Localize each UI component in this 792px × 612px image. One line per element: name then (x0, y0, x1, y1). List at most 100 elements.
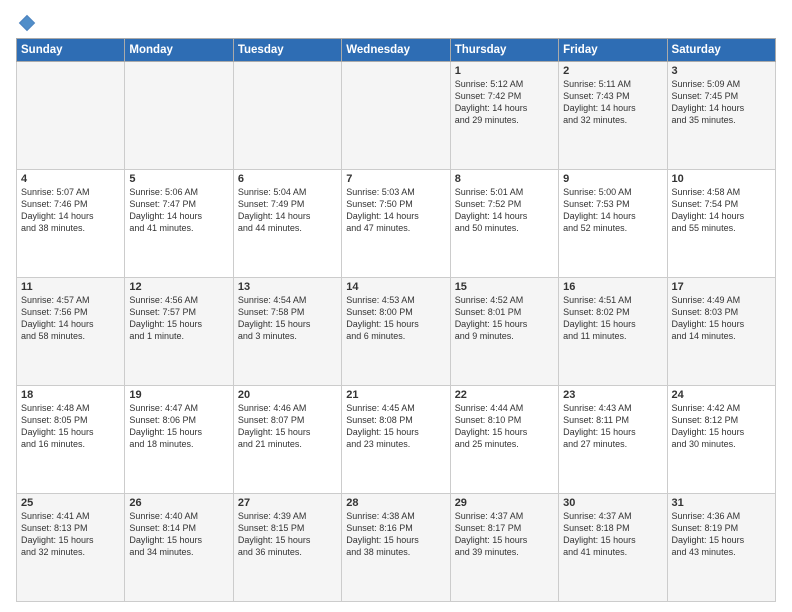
weekday-header-friday: Friday (559, 39, 667, 62)
day-info: Sunrise: 5:03 AM Sunset: 7:50 PM Dayligh… (346, 186, 445, 235)
day-number: 18 (21, 389, 120, 401)
calendar-cell: 18Sunrise: 4:48 AM Sunset: 8:05 PM Dayli… (17, 386, 125, 494)
header (16, 12, 776, 34)
calendar-cell: 12Sunrise: 4:56 AM Sunset: 7:57 PM Dayli… (125, 278, 233, 386)
day-number: 16 (563, 281, 662, 293)
day-info: Sunrise: 5:01 AM Sunset: 7:52 PM Dayligh… (455, 186, 554, 235)
day-number: 22 (455, 389, 554, 401)
calendar-cell: 16Sunrise: 4:51 AM Sunset: 8:02 PM Dayli… (559, 278, 667, 386)
calendar-cell: 5Sunrise: 5:06 AM Sunset: 7:47 PM Daylig… (125, 170, 233, 278)
day-number: 23 (563, 389, 662, 401)
week-row-5: 25Sunrise: 4:41 AM Sunset: 8:13 PM Dayli… (17, 494, 776, 602)
calendar-cell: 27Sunrise: 4:39 AM Sunset: 8:15 PM Dayli… (233, 494, 341, 602)
day-info: Sunrise: 4:46 AM Sunset: 8:07 PM Dayligh… (238, 402, 337, 451)
calendar-cell: 14Sunrise: 4:53 AM Sunset: 8:00 PM Dayli… (342, 278, 450, 386)
day-number: 8 (455, 173, 554, 185)
day-number: 20 (238, 389, 337, 401)
day-number: 4 (21, 173, 120, 185)
calendar-cell: 11Sunrise: 4:57 AM Sunset: 7:56 PM Dayli… (17, 278, 125, 386)
calendar-cell: 25Sunrise: 4:41 AM Sunset: 8:13 PM Dayli… (17, 494, 125, 602)
calendar-cell: 29Sunrise: 4:37 AM Sunset: 8:17 PM Dayli… (450, 494, 558, 602)
week-row-4: 18Sunrise: 4:48 AM Sunset: 8:05 PM Dayli… (17, 386, 776, 494)
day-info: Sunrise: 4:52 AM Sunset: 8:01 PM Dayligh… (455, 294, 554, 343)
calendar-cell: 13Sunrise: 4:54 AM Sunset: 7:58 PM Dayli… (233, 278, 341, 386)
calendar-cell: 24Sunrise: 4:42 AM Sunset: 8:12 PM Dayli… (667, 386, 775, 494)
day-number: 28 (346, 497, 445, 509)
day-info: Sunrise: 4:54 AM Sunset: 7:58 PM Dayligh… (238, 294, 337, 343)
day-info: Sunrise: 4:51 AM Sunset: 8:02 PM Dayligh… (563, 294, 662, 343)
day-number: 14 (346, 281, 445, 293)
weekday-header-monday: Monday (125, 39, 233, 62)
calendar-cell: 7Sunrise: 5:03 AM Sunset: 7:50 PM Daylig… (342, 170, 450, 278)
week-row-3: 11Sunrise: 4:57 AM Sunset: 7:56 PM Dayli… (17, 278, 776, 386)
day-info: Sunrise: 5:07 AM Sunset: 7:46 PM Dayligh… (21, 186, 120, 235)
day-number: 30 (563, 497, 662, 509)
calendar-cell (342, 62, 450, 170)
calendar-cell: 15Sunrise: 4:52 AM Sunset: 8:01 PM Dayli… (450, 278, 558, 386)
calendar-table: SundayMondayTuesdayWednesdayThursdayFrid… (16, 38, 776, 602)
day-info: Sunrise: 4:58 AM Sunset: 7:54 PM Dayligh… (672, 186, 771, 235)
calendar-cell: 8Sunrise: 5:01 AM Sunset: 7:52 PM Daylig… (450, 170, 558, 278)
generalblue-icon (16, 12, 38, 34)
day-info: Sunrise: 4:48 AM Sunset: 8:05 PM Dayligh… (21, 402, 120, 451)
calendar-cell: 30Sunrise: 4:37 AM Sunset: 8:18 PM Dayli… (559, 494, 667, 602)
calendar-cell: 20Sunrise: 4:46 AM Sunset: 8:07 PM Dayli… (233, 386, 341, 494)
day-number: 7 (346, 173, 445, 185)
day-number: 29 (455, 497, 554, 509)
calendar-cell: 4Sunrise: 5:07 AM Sunset: 7:46 PM Daylig… (17, 170, 125, 278)
calendar-cell: 31Sunrise: 4:36 AM Sunset: 8:19 PM Dayli… (667, 494, 775, 602)
day-number: 27 (238, 497, 337, 509)
logo (16, 12, 42, 34)
day-info: Sunrise: 4:56 AM Sunset: 7:57 PM Dayligh… (129, 294, 228, 343)
calendar-cell: 9Sunrise: 5:00 AM Sunset: 7:53 PM Daylig… (559, 170, 667, 278)
day-number: 9 (563, 173, 662, 185)
calendar-cell: 19Sunrise: 4:47 AM Sunset: 8:06 PM Dayli… (125, 386, 233, 494)
day-number: 12 (129, 281, 228, 293)
day-number: 25 (21, 497, 120, 509)
day-info: Sunrise: 4:40 AM Sunset: 8:14 PM Dayligh… (129, 510, 228, 559)
week-row-2: 4Sunrise: 5:07 AM Sunset: 7:46 PM Daylig… (17, 170, 776, 278)
day-info: Sunrise: 4:44 AM Sunset: 8:10 PM Dayligh… (455, 402, 554, 451)
weekday-header-tuesday: Tuesday (233, 39, 341, 62)
day-info: Sunrise: 5:12 AM Sunset: 7:42 PM Dayligh… (455, 78, 554, 127)
calendar-cell (233, 62, 341, 170)
day-number: 6 (238, 173, 337, 185)
calendar-cell: 10Sunrise: 4:58 AM Sunset: 7:54 PM Dayli… (667, 170, 775, 278)
day-info: Sunrise: 4:43 AM Sunset: 8:11 PM Dayligh… (563, 402, 662, 451)
weekday-header-saturday: Saturday (667, 39, 775, 62)
calendar-cell (125, 62, 233, 170)
day-number: 19 (129, 389, 228, 401)
day-number: 1 (455, 65, 554, 77)
day-number: 26 (129, 497, 228, 509)
day-info: Sunrise: 4:53 AM Sunset: 8:00 PM Dayligh… (346, 294, 445, 343)
calendar-cell: 17Sunrise: 4:49 AM Sunset: 8:03 PM Dayli… (667, 278, 775, 386)
day-number: 13 (238, 281, 337, 293)
calendar-cell: 22Sunrise: 4:44 AM Sunset: 8:10 PM Dayli… (450, 386, 558, 494)
week-row-1: 1Sunrise: 5:12 AM Sunset: 7:42 PM Daylig… (17, 62, 776, 170)
weekday-header-wednesday: Wednesday (342, 39, 450, 62)
day-info: Sunrise: 4:36 AM Sunset: 8:19 PM Dayligh… (672, 510, 771, 559)
calendar-cell (17, 62, 125, 170)
day-info: Sunrise: 4:38 AM Sunset: 8:16 PM Dayligh… (346, 510, 445, 559)
calendar-cell: 1Sunrise: 5:12 AM Sunset: 7:42 PM Daylig… (450, 62, 558, 170)
calendar-cell: 26Sunrise: 4:40 AM Sunset: 8:14 PM Dayli… (125, 494, 233, 602)
day-info: Sunrise: 4:39 AM Sunset: 8:15 PM Dayligh… (238, 510, 337, 559)
calendar-cell: 3Sunrise: 5:09 AM Sunset: 7:45 PM Daylig… (667, 62, 775, 170)
day-info: Sunrise: 4:37 AM Sunset: 8:18 PM Dayligh… (563, 510, 662, 559)
day-info: Sunrise: 4:49 AM Sunset: 8:03 PM Dayligh… (672, 294, 771, 343)
calendar-cell: 2Sunrise: 5:11 AM Sunset: 7:43 PM Daylig… (559, 62, 667, 170)
day-info: Sunrise: 4:45 AM Sunset: 8:08 PM Dayligh… (346, 402, 445, 451)
day-info: Sunrise: 5:04 AM Sunset: 7:49 PM Dayligh… (238, 186, 337, 235)
calendar-cell: 6Sunrise: 5:04 AM Sunset: 7:49 PM Daylig… (233, 170, 341, 278)
weekday-header-row: SundayMondayTuesdayWednesdayThursdayFrid… (17, 39, 776, 62)
page: SundayMondayTuesdayWednesdayThursdayFrid… (0, 0, 792, 612)
day-number: 21 (346, 389, 445, 401)
day-number: 24 (672, 389, 771, 401)
day-number: 11 (21, 281, 120, 293)
day-info: Sunrise: 4:57 AM Sunset: 7:56 PM Dayligh… (21, 294, 120, 343)
day-number: 2 (563, 65, 662, 77)
day-info: Sunrise: 5:00 AM Sunset: 7:53 PM Dayligh… (563, 186, 662, 235)
calendar-cell: 23Sunrise: 4:43 AM Sunset: 8:11 PM Dayli… (559, 386, 667, 494)
day-info: Sunrise: 4:47 AM Sunset: 8:06 PM Dayligh… (129, 402, 228, 451)
day-number: 31 (672, 497, 771, 509)
